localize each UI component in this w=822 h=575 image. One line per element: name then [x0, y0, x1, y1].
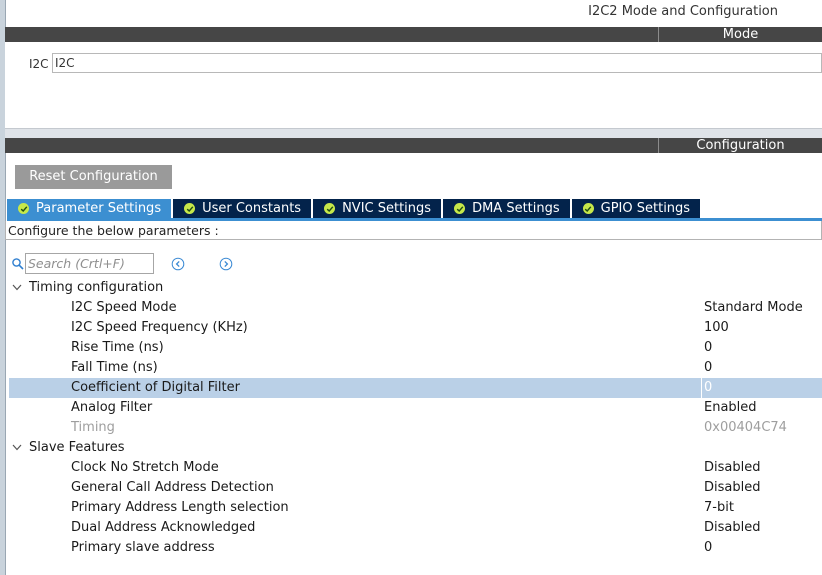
- param-row[interactable]: Clock No Stretch Mode Disabled: [9, 458, 822, 478]
- mode-section-bar: Mode: [5, 27, 822, 42]
- i2c-mode-select[interactable]: I2C: [52, 53, 822, 73]
- param-row[interactable]: Analog Filter Enabled: [9, 398, 822, 418]
- param-row-selected[interactable]: Coefficient of Digital Filter 0: [9, 378, 822, 398]
- param-label: General Call Address Detection: [71, 480, 274, 495]
- tab-user-constants[interactable]: User Constants: [173, 199, 314, 218]
- param-row[interactable]: General Call Address Detection Disabled: [9, 478, 822, 498]
- check-icon: [18, 203, 29, 214]
- param-value[interactable]: Standard Mode: [704, 298, 803, 318]
- param-label: I2C Speed Frequency (KHz): [71, 320, 248, 335]
- search-icon: [12, 258, 24, 270]
- configuration-section-bar: Configuration: [5, 138, 822, 153]
- param-value[interactable]: Enabled: [704, 398, 757, 418]
- group-timing-configuration[interactable]: Timing configuration: [9, 278, 822, 298]
- check-icon: [184, 203, 196, 214]
- tab-parameter-settings[interactable]: Parameter Settings: [7, 199, 174, 218]
- next-match-icon[interactable]: [219, 257, 233, 271]
- chevron-down-icon[interactable]: [12, 444, 22, 451]
- param-label: Fall Time (ns): [71, 360, 158, 375]
- tab-dma-settings[interactable]: DMA Settings: [443, 199, 572, 218]
- check-icon: [582, 203, 594, 214]
- mode-divider[interactable]: [5, 128, 822, 138]
- param-row[interactable]: I2C Speed Frequency (KHz) 100: [9, 318, 822, 338]
- search-input[interactable]: [25, 253, 154, 274]
- param-label: Analog Filter: [71, 400, 153, 415]
- param-label: I2C Speed Mode: [71, 300, 177, 315]
- param-value[interactable]: 0: [704, 378, 712, 398]
- param-row[interactable]: Dual Address Acknowledged Disabled: [9, 518, 822, 538]
- previous-match-icon[interactable]: [171, 257, 185, 271]
- param-row[interactable]: Fall Time (ns) 0: [9, 358, 822, 378]
- column-separator: [701, 378, 702, 398]
- param-row-disabled: Timing 0x00404C74: [9, 418, 822, 438]
- param-row[interactable]: Rise Time (ns) 0: [9, 338, 822, 358]
- group-slave-features[interactable]: Slave Features: [9, 438, 822, 458]
- i2c-mode-label: I2C: [29, 57, 49, 71]
- tab-label: GPIO Settings: [600, 201, 691, 216]
- param-label: Clock No Stretch Mode: [71, 460, 219, 475]
- param-row[interactable]: Primary slave address 0: [9, 538, 822, 558]
- param-label: Dual Address Acknowledged: [71, 520, 256, 535]
- panel-description: Configure the below parameters :: [5, 221, 822, 240]
- check-icon: [454, 203, 466, 214]
- tab-label: NVIC Settings: [342, 201, 432, 216]
- configuration-section-label: Configuration: [658, 138, 822, 153]
- param-value[interactable]: 0: [704, 338, 712, 358]
- mode-section-label: Mode: [658, 27, 822, 42]
- tab-label: Parameter Settings: [36, 201, 162, 216]
- param-value[interactable]: 0: [704, 358, 712, 378]
- group-label: Slave Features: [29, 440, 125, 455]
- param-label: Primary Address Length selection: [71, 500, 289, 515]
- param-value[interactable]: 0: [704, 538, 712, 558]
- param-value[interactable]: 100: [704, 318, 729, 338]
- param-row[interactable]: I2C Speed Mode Standard Mode: [9, 298, 822, 318]
- config-tabs: Parameter Settings User Constants NVIC S…: [7, 199, 703, 218]
- chevron-down-icon[interactable]: [12, 284, 22, 291]
- reset-configuration-button[interactable]: Reset Configuration: [15, 165, 172, 189]
- param-value[interactable]: Disabled: [704, 518, 760, 538]
- tab-nvic-settings[interactable]: NVIC Settings: [313, 199, 444, 218]
- check-icon: [324, 203, 336, 214]
- param-value[interactable]: Disabled: [704, 458, 760, 478]
- param-label: Primary slave address: [71, 540, 215, 555]
- param-label: Coefficient of Digital Filter: [71, 380, 240, 395]
- param-value[interactable]: Disabled: [704, 478, 760, 498]
- param-label: Timing: [71, 420, 115, 435]
- tab-gpio-settings[interactable]: GPIO Settings: [571, 199, 703, 218]
- page-title: I2C2 Mode and Configuration: [588, 4, 778, 19]
- tab-label: DMA Settings: [472, 201, 560, 216]
- tab-label: User Constants: [202, 201, 302, 216]
- parameter-tree: Timing configuration I2C Speed Mode Stan…: [9, 278, 822, 558]
- param-label: Rise Time (ns): [71, 340, 164, 355]
- param-value[interactable]: 7-bit: [704, 498, 734, 518]
- param-value: 0x00404C74: [704, 420, 787, 435]
- group-label: Timing configuration: [29, 280, 164, 295]
- param-row[interactable]: Primary Address Length selection 7-bit: [9, 498, 822, 518]
